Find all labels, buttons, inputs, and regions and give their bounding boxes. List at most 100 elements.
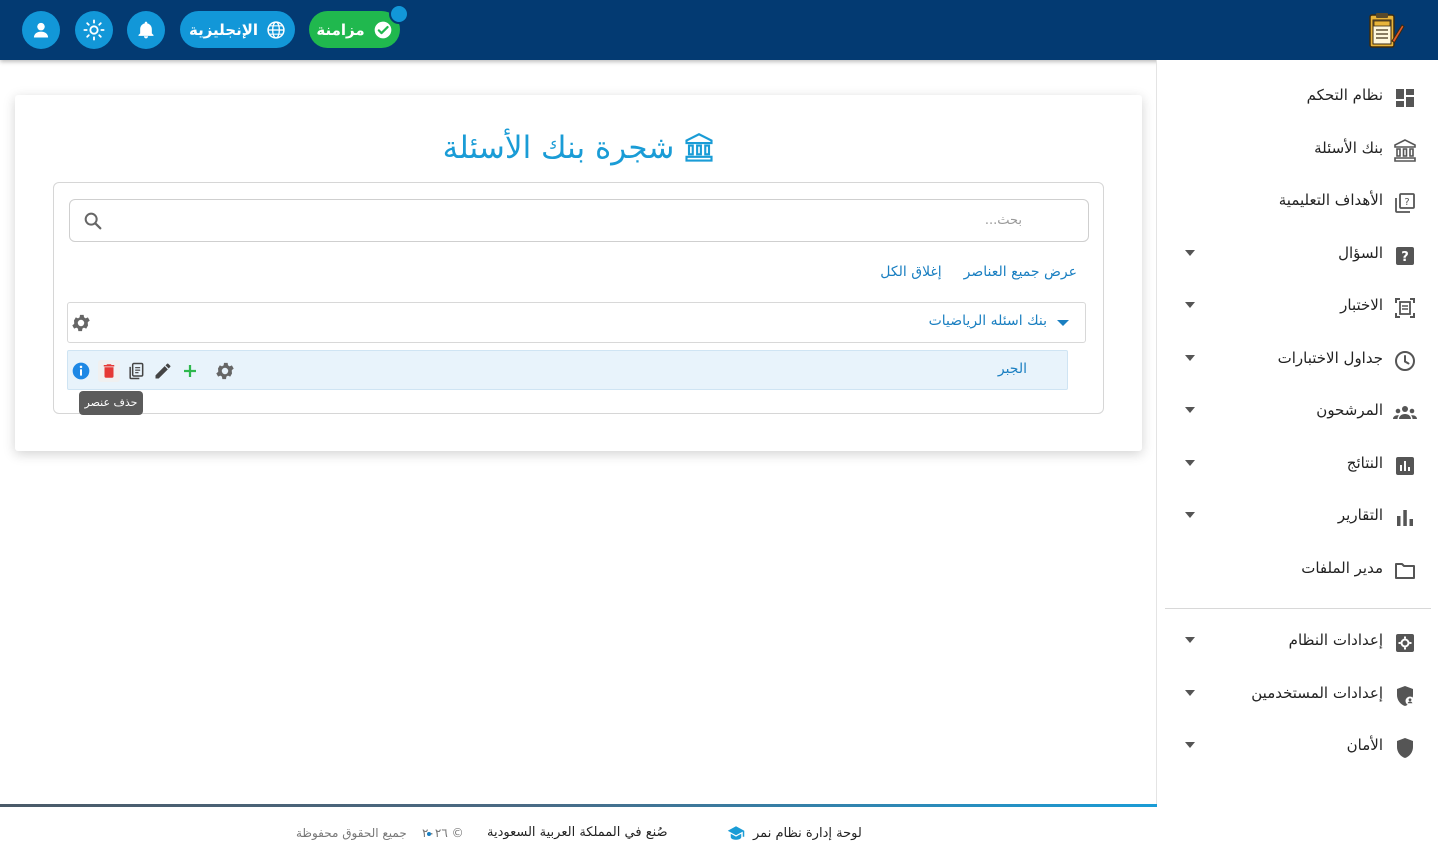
info-icon — [72, 362, 90, 380]
trash-icon — [103, 364, 115, 378]
folder-icon — [1395, 563, 1415, 579]
bar-chart-icon — [1397, 510, 1413, 526]
bank-icon — [1394, 139, 1416, 162]
sun-icon — [83, 19, 105, 41]
sidebar-item-results[interactable]: النتائج — [1157, 446, 1438, 486]
user-icon — [33, 22, 49, 38]
delete-tooltip: حذف عنصر — [79, 391, 143, 415]
user-profile-button[interactable] — [22, 11, 60, 49]
info-button[interactable] — [70, 360, 92, 382]
pencil-icon — [155, 363, 171, 379]
group-icon — [1393, 406, 1417, 419]
delete-item-button[interactable] — [98, 360, 120, 382]
footer-rights: جميع الحقوق محفوظة — [296, 826, 407, 840]
tree-node-root: بنك اسئله الرياضيات — [67, 302, 1086, 343]
sidebar-item-file-manager[interactable]: مدير الملفات — [1157, 551, 1438, 591]
settings-box-icon — [1396, 634, 1414, 652]
bell-icon — [138, 21, 154, 39]
question-bank-tree-card: شجرة بنك الأسئلة عرض جميع العناصر إغلاق … — [15, 95, 1142, 451]
sidebar-item-exam[interactable]: الاختبار — [1157, 288, 1438, 328]
add-item-button[interactable] — [179, 360, 201, 382]
tree-actions: عرض جميع العناصر إغلاق الكل — [880, 264, 1077, 280]
chevron-down-icon — [1185, 302, 1195, 308]
footer: لوحة إدارة نظام نمر صُنع في المملكة العر… — [0, 807, 1157, 859]
collapse-caret-icon[interactable] — [1057, 320, 1069, 326]
sidebar-divider — [1165, 608, 1431, 609]
sidebar-item-question-bank[interactable]: بنك الأسئلة — [1157, 131, 1438, 171]
search-input[interactable] — [118, 200, 1058, 241]
settings-button[interactable] — [214, 360, 236, 382]
sidebar-item-label: بنك الأسئلة — [1314, 139, 1383, 157]
copy-item-button[interactable] — [125, 360, 147, 382]
shield-user-icon — [1397, 686, 1415, 706]
tree-panel: عرض جميع العناصر إغلاق الكل بنك اسئله ال… — [53, 182, 1104, 414]
sidebar: نظام التحكم بنك الأسئلة ? الأهداف التعلي… — [1156, 60, 1438, 859]
svg-text:?: ? — [1401, 250, 1409, 265]
sidebar-item-security[interactable]: الأمان — [1157, 728, 1438, 768]
sidebar-item-candidates[interactable]: المرشحون — [1157, 393, 1438, 433]
gear-icon — [216, 362, 234, 380]
sync-status-dot — [389, 4, 409, 24]
language-button[interactable]: الإنجليزية — [180, 11, 295, 48]
sidebar-item-label: الاختبار — [1340, 296, 1383, 314]
top-bar: الإنجليزية مزامنة — [0, 0, 1438, 60]
sidebar-item-label: إعدادات النظام — [1288, 631, 1383, 649]
sidebar-item-label: الأمان — [1346, 736, 1383, 754]
chevron-down-icon — [1185, 460, 1195, 466]
sidebar-item-label: الأهداف التعليمية — [1278, 191, 1383, 209]
footer-brand[interactable]: لوحة إدارة نظام نمر — [727, 825, 862, 841]
document-scan-icon — [1395, 298, 1415, 318]
sidebar-item-learning-objectives[interactable]: ? الأهداف التعليمية — [1157, 183, 1438, 223]
sync-button[interactable]: مزامنة — [309, 11, 400, 48]
expand-all-link[interactable]: عرض جميع العناصر — [964, 264, 1077, 280]
sidebar-item-label: السؤال — [1338, 244, 1383, 262]
edit-item-button[interactable] — [152, 360, 174, 382]
chevron-down-icon — [1185, 512, 1195, 518]
dashboard-icon — [1396, 89, 1414, 107]
chevron-down-icon — [1185, 637, 1195, 643]
sidebar-item-user-settings[interactable]: إعدادات المستخدمين — [1157, 676, 1438, 716]
graduation-cap-icon — [727, 826, 745, 840]
sidebar-item-system-settings[interactable]: إعدادات النظام — [1157, 623, 1438, 663]
language-label: الإنجليزية — [188, 20, 259, 39]
quiz-icon: ? — [1395, 193, 1415, 213]
sidebar-item-label: إعدادات المستخدمين — [1251, 684, 1383, 702]
sync-label: مزامنة — [316, 20, 365, 39]
sidebar-item-label: جداول الاختبارات — [1277, 349, 1383, 367]
tree-node-child: الجبر — [67, 350, 1068, 390]
bank-icon — [685, 133, 713, 162]
tree-node-label[interactable]: الجبر — [998, 361, 1027, 377]
plus-icon — [184, 365, 196, 377]
chevron-down-icon — [1185, 250, 1195, 256]
gear-icon[interactable] — [70, 312, 92, 334]
footer-brand-text: لوحة إدارة نظام نمر — [753, 825, 862, 841]
chevron-down-icon — [1185, 407, 1195, 413]
sidebar-item-question[interactable]: ? السؤال — [1157, 236, 1438, 276]
sidebar-item-exam-schedules[interactable]: جداول الاختبارات — [1157, 341, 1438, 381]
search-box — [69, 199, 1089, 242]
exam-logo[interactable] — [1364, 11, 1406, 49]
collapse-all-link[interactable]: إغلاق الكل — [880, 264, 941, 280]
sidebar-item-dashboard[interactable]: نظام التحكم — [1157, 78, 1438, 118]
notifications-button[interactable] — [127, 11, 165, 49]
chevron-down-icon — [1185, 355, 1195, 361]
globe-icon — [267, 20, 285, 39]
page-title: شجرة بنك الأسئلة — [15, 130, 1142, 166]
poll-icon — [1396, 457, 1414, 475]
sidebar-item-label: مدير الملفات — [1301, 559, 1383, 577]
footer-copyright-year: © ٢٠٢٦ — [422, 826, 464, 840]
sidebar-item-label: التقارير — [1337, 506, 1383, 524]
clock-icon — [1395, 351, 1415, 371]
copy-icon — [129, 362, 144, 380]
sidebar-item-label: المرشحون — [1316, 401, 1383, 419]
footer-copyright: © ٢٠٢٦ جميع الحقوق محفوظة — [296, 826, 464, 840]
tree-node-label[interactable]: بنك اسئله الرياضيات — [929, 313, 1047, 329]
sidebar-item-label: نظام التحكم — [1306, 86, 1383, 104]
search-icon[interactable] — [82, 210, 104, 232]
page-title-text: شجرة بنك الأسئلة — [442, 130, 675, 166]
sidebar-item-reports[interactable]: التقارير — [1157, 498, 1438, 538]
check-circle-icon — [374, 21, 391, 38]
help-box-icon: ? — [1396, 247, 1414, 265]
chevron-down-icon — [1185, 690, 1195, 696]
theme-toggle-button[interactable] — [75, 11, 113, 49]
